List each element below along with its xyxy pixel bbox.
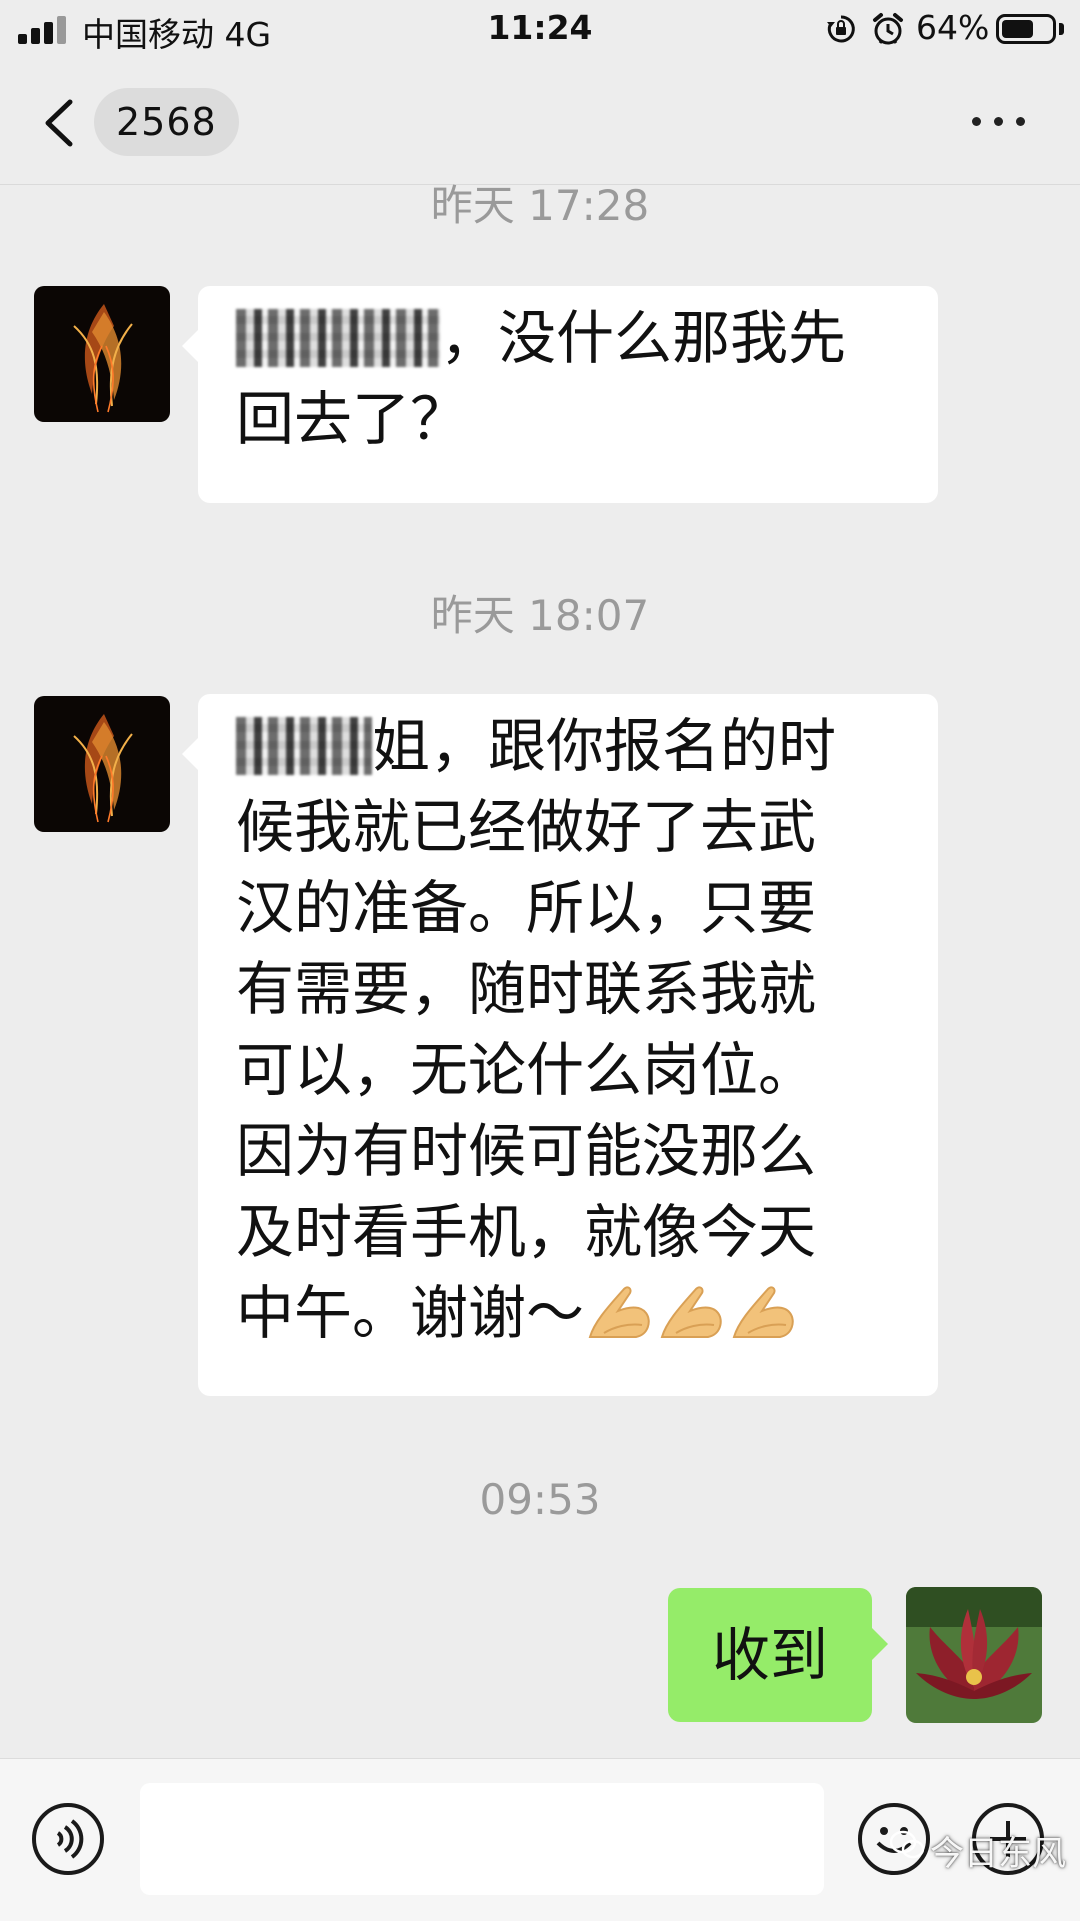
- message-line: 候我就已经做好了去武: [236, 793, 817, 861]
- message-line: 汉的准备。所以，只要: [236, 874, 817, 942]
- wechat-icon: [890, 1830, 924, 1859]
- message-text: 收到: [711, 1621, 828, 1689]
- battery-icon: [996, 14, 1056, 44]
- flower-avatar[interactable]: [906, 1587, 1042, 1723]
- folded-hands-emoji: [732, 1286, 794, 1338]
- unread-count-badge[interactable]: 2568: [94, 88, 239, 156]
- folded-hands-emoji: [588, 1286, 650, 1338]
- incoming-message-bubble[interactable]: ，没什么那我先 回去了？: [182, 286, 938, 503]
- watermark-text: 今日东风: [930, 1834, 1066, 1874]
- more-dots-icon[interactable]: [970, 108, 1030, 134]
- status-bar: 中国移动 4G 11:24 64%: [0, 0, 1080, 60]
- chat-title: [440, 94, 640, 150]
- chat-screen: 中国移动 4G 11:24 64% 2568 昨天 17:28 ，没什么那我先 …: [0, 0, 1080, 1921]
- outgoing-message-bubble[interactable]: 收到: [668, 1588, 888, 1722]
- message-line: 姐，跟你报名的时: [236, 706, 902, 787]
- timestamp: 昨天 18:07: [430, 591, 650, 640]
- redacted-name: [236, 716, 372, 775]
- message-line: ，没什么那我先: [236, 298, 902, 379]
- message-line: 中午。谢谢～: [236, 1273, 902, 1354]
- folded-hands-emoji: [660, 1286, 722, 1338]
- battery-cap: [1059, 23, 1064, 35]
- message-line: 回去了？: [236, 385, 469, 453]
- message-line: 有需要，随时联系我就: [236, 955, 817, 1023]
- phoenix-avatar[interactable]: [34, 286, 170, 422]
- voice-icon[interactable]: [32, 1803, 104, 1875]
- alarm-icon: [873, 13, 903, 45]
- nav-bar: 2568: [0, 60, 1080, 185]
- message-line: 及时看手机，就像今天: [236, 1198, 817, 1266]
- rotation-lock-icon: [827, 15, 855, 43]
- timestamp: 昨天 17:28: [430, 181, 650, 230]
- message-line: 因为有时候可能没那么: [236, 1117, 817, 1185]
- message-input[interactable]: [140, 1783, 824, 1895]
- phoenix-avatar[interactable]: [34, 696, 170, 832]
- message-line: 可以，无论什么岗位。: [236, 1036, 817, 1104]
- back-chevron-icon[interactable]: [40, 98, 80, 148]
- incoming-message-bubble[interactable]: 姐，跟你报名的时 候我就已经做好了去武 汉的准备。所以，只要 有需要，随时联系我…: [182, 694, 938, 1396]
- timestamp: 09:53: [479, 1475, 601, 1524]
- battery-percent: 64%: [916, 8, 990, 47]
- redacted-name: [236, 308, 440, 367]
